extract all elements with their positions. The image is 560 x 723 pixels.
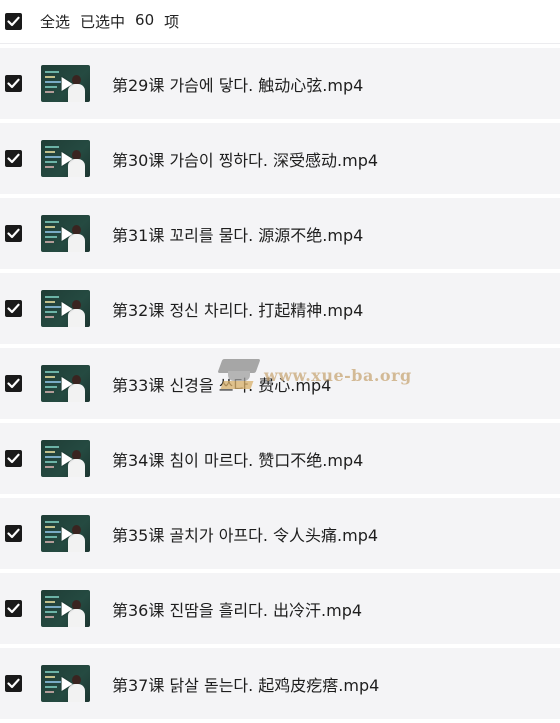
list-item[interactable]: 第32课 정신 차리다. 打起精神.mp4 [0, 273, 560, 344]
checkmark-icon [7, 78, 20, 89]
video-thumbnail[interactable] [41, 365, 90, 402]
selected-suffix: 项 [164, 13, 180, 31]
play-icon [61, 676, 73, 691]
play-icon [61, 451, 73, 466]
item-checkbox[interactable] [5, 150, 22, 167]
selection-summary: 全选 已选中 60 项 [40, 11, 179, 32]
video-thumbnail[interactable] [41, 590, 90, 627]
play-icon [61, 151, 73, 166]
video-thumbnail[interactable] [41, 665, 90, 702]
selected-prefix: 已选中 [80, 13, 126, 31]
item-checkbox[interactable] [5, 525, 22, 542]
video-thumbnail[interactable] [41, 440, 90, 477]
list-item[interactable]: 第34课 침이 마르다. 赞口不绝.mp4 [0, 423, 560, 494]
list-item[interactable]: 第35课 골치가 아프다. 令人头痛.mp4 [0, 498, 560, 569]
video-title: 第32课 정신 차리다. 打起精神.mp4 [112, 300, 364, 320]
video-thumbnail[interactable] [41, 215, 90, 252]
list-item[interactable]: 第37课 닭살 돋는다. 起鸡皮疙瘩.mp4 [0, 648, 560, 719]
item-checkbox[interactable] [5, 675, 22, 692]
play-icon [61, 526, 73, 541]
list-item[interactable]: 第29课 가슴에 닿다. 触动心弦.mp4 [0, 48, 560, 119]
item-checkbox[interactable] [5, 600, 22, 617]
play-icon [61, 601, 73, 616]
video-thumbnail[interactable] [41, 65, 90, 102]
video-title: 第37课 닭살 돋는다. 起鸡皮疙瘩.mp4 [112, 675, 380, 695]
video-thumbnail[interactable] [41, 290, 90, 327]
checkmark-icon [7, 378, 20, 389]
play-icon [61, 76, 73, 91]
checkmark-icon [7, 678, 20, 689]
checkmark-icon [7, 603, 20, 614]
video-title: 第36课 진땀을 흘리다. 出冷汗.mp4 [112, 600, 363, 620]
checkmark-icon [7, 153, 20, 164]
checkmark-icon [7, 16, 20, 27]
checkmark-icon [7, 228, 20, 239]
selected-count: 60 [135, 11, 155, 29]
checkmark-icon [7, 453, 20, 464]
video-thumbnail[interactable] [41, 515, 90, 552]
selection-header: 全选 已选中 60 项 [0, 0, 560, 44]
video-title: 第34课 침이 마르다. 赞口不绝.mp4 [112, 450, 364, 470]
video-title: 第30课 가슴이 찡하다. 深受感动.mp4 [112, 150, 379, 170]
list-item[interactable]: 第33课 신경을 쓰다. 费心.mp4 [0, 348, 560, 419]
select-all-checkbox[interactable] [5, 13, 22, 30]
play-icon [61, 226, 73, 241]
item-checkbox[interactable] [5, 75, 22, 92]
checkmark-icon [7, 528, 20, 539]
item-checkbox[interactable] [5, 450, 22, 467]
checkmark-icon [7, 303, 20, 314]
list-item[interactable]: 第31课 꼬리를 물다. 源源不绝.mp4 [0, 198, 560, 269]
list-item[interactable]: 第30课 가슴이 찡하다. 深受感动.mp4 [0, 123, 560, 194]
item-checkbox[interactable] [5, 300, 22, 317]
select-all-label[interactable]: 全选 [40, 11, 70, 32]
video-thumbnail[interactable] [41, 140, 90, 177]
video-list: 第29课 가슴에 닿다. 触动心弦.mp4 第30课 가슴이 찡하다. 深受感动.… [0, 48, 560, 723]
play-icon [61, 376, 73, 391]
video-title: 第31课 꼬리를 물다. 源源不绝.mp4 [112, 225, 364, 245]
list-item[interactable]: 第36课 진땀을 흘리다. 出冷汗.mp4 [0, 573, 560, 644]
item-checkbox[interactable] [5, 225, 22, 242]
video-title: 第33课 신경을 쓰다. 费心.mp4 [112, 375, 332, 395]
item-checkbox[interactable] [5, 375, 22, 392]
video-title: 第29课 가슴에 닿다. 触动心弦.mp4 [112, 75, 364, 95]
play-icon [61, 301, 73, 316]
video-title: 第35课 골치가 아프다. 令人头痛.mp4 [112, 525, 379, 545]
